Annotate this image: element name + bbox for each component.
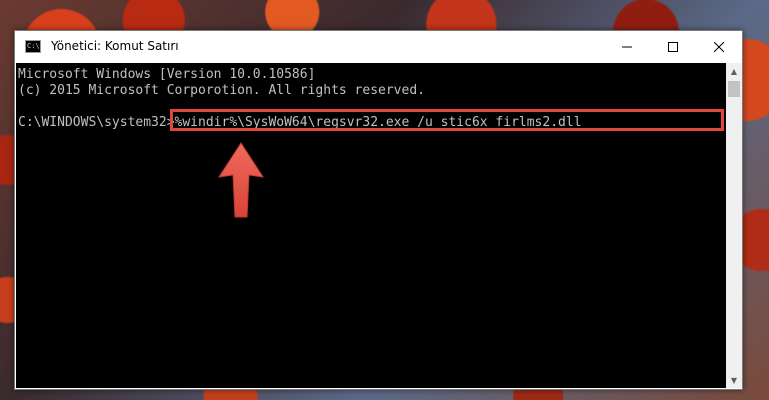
- command-prompt-window: C:\ Yönetici: Komut Satırı Microsoft Win…: [14, 30, 743, 390]
- close-icon: [714, 41, 724, 52]
- minimize-icon: [622, 46, 632, 47]
- close-button[interactable]: [696, 31, 742, 62]
- up-arrow-icon: [217, 142, 265, 218]
- title-bar[interactable]: C:\ Yönetici: Komut Satırı: [15, 31, 742, 63]
- cmd-icon[interactable]: C:\: [25, 40, 41, 53]
- cmd-icon-glyph: C:\: [27, 42, 40, 50]
- scroll-thumb[interactable]: [728, 81, 740, 97]
- vertical-scrollbar[interactable]: ▲ ▼: [726, 63, 742, 388]
- scroll-down-icon[interactable]: ▼: [726, 372, 742, 388]
- maximize-icon: [668, 41, 678, 52]
- console-line-copyright: (c) 2015 Microsoft Corporotion. All righ…: [18, 83, 425, 98]
- scroll-up-icon[interactable]: ▲: [726, 63, 742, 79]
- console-output[interactable]: Microsoft Windows [Version 10.0.10586] (…: [16, 63, 726, 388]
- window-title: Yönetici: Komut Satırı: [51, 39, 179, 53]
- console-line-version: Microsoft Windows [Version 10.0.10586]: [18, 67, 316, 82]
- minimize-button[interactable]: [604, 31, 650, 62]
- maximize-button[interactable]: [650, 31, 696, 62]
- command-highlight-box: [170, 109, 724, 131]
